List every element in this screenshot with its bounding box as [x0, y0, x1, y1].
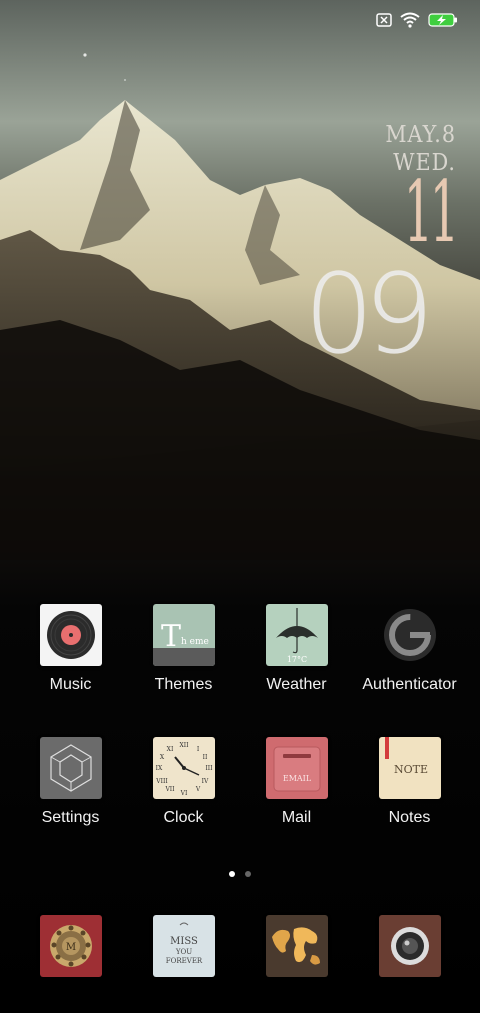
svg-text:II: II [202, 754, 207, 761]
svg-text:VI: VI [179, 790, 187, 797]
umbrella-icon: 17°C [265, 604, 328, 666]
svg-text:IX: IX [155, 765, 162, 772]
dock: M MISS YOU FOREVER [14, 915, 466, 977]
you-text: YOU [174, 948, 191, 956]
sim-off-icon [376, 13, 392, 32]
forever-text: FOREVER [165, 957, 202, 965]
status-bar [376, 12, 458, 33]
weather-temp-text: 17°C [286, 655, 306, 664]
app-themes[interactable]: Th eme Themes [127, 604, 240, 694]
date-text: MAY.8 [385, 122, 456, 148]
svg-text:XI: XI [166, 746, 173, 753]
svg-text:XII: XII [179, 742, 189, 749]
svg-text:X: X [159, 754, 164, 761]
svg-text:VII: VII [164, 786, 175, 793]
hexagon-cube-icon [39, 737, 102, 799]
theme-big-letter: T [161, 619, 181, 654]
theme-icon: Th eme [152, 604, 215, 666]
minute-text: 09 [304, 250, 435, 378]
app-label: Clock [163, 809, 204, 826]
dock-app-camera[interactable] [353, 915, 466, 977]
wifi-icon [400, 12, 420, 33]
camera-lens-icon [378, 915, 441, 977]
roman-clock-icon: XII VI IX III I II IV V VII VIII X XI [152, 737, 215, 799]
app-grid-row-2: Settings XII VI IX III I II IV V VII VIII X XI Cloc… [14, 737, 466, 827]
app-label: Mail [281, 809, 312, 826]
world-map-icon [265, 915, 328, 977]
page-indicator[interactable] [0, 871, 480, 877]
dock-app-miss-you[interactable]: MISS YOU FOREVER [127, 915, 240, 977]
app-weather[interactable]: 17°C Weather [240, 604, 353, 694]
app-notes[interactable]: NOTE Notes [353, 737, 466, 827]
app-clock[interactable]: XII VI IX III I II IV V VII VIII X XI Clock [127, 737, 240, 827]
notepad-icon: NOTE [378, 737, 441, 799]
app-label: Themes [154, 676, 213, 693]
app-authenticator[interactable]: Authenticator [353, 604, 466, 694]
app-label: Settings [41, 809, 100, 826]
authenticator-g-icon [379, 604, 441, 666]
page-dot-current[interactable] [229, 871, 235, 877]
app-label: Authenticator [362, 676, 457, 693]
notes-icon-text: NOTE [393, 763, 427, 776]
page-dot[interactable] [245, 871, 251, 877]
phone-letter: M [65, 942, 75, 953]
app-label: Music [49, 676, 92, 693]
app-settings[interactable]: Settings [14, 737, 127, 827]
app-grid-row-1: Music Th eme Themes 17°C Weather Authent… [14, 604, 466, 694]
theme-small-text: h eme [181, 637, 209, 647]
dock-app-map[interactable] [240, 915, 353, 977]
clock-widget[interactable]: MAY.8 WED. 11 09 [300, 118, 470, 378]
miss-text: MISS [170, 936, 198, 947]
vinyl-record-icon [39, 604, 102, 666]
app-music[interactable]: Music [14, 604, 127, 694]
dock-app-phone[interactable]: M [14, 915, 127, 977]
mail-icon-text: EMAIL [282, 774, 311, 783]
svg-text:VIII: VIII [155, 778, 168, 785]
svg-text:IV: IV [201, 778, 208, 785]
mailbox-icon: EMAIL [265, 737, 328, 799]
hour-text: 11 [403, 163, 459, 261]
rotary-phone-icon: M [39, 915, 102, 977]
battery-charging-icon [428, 13, 458, 32]
app-mail[interactable]: EMAIL Mail [240, 737, 353, 827]
app-label: Notes [388, 809, 431, 826]
app-label: Weather [266, 676, 327, 693]
svg-text:V: V [194, 786, 200, 793]
svg-text:III: III [205, 765, 213, 772]
miss-you-forever-icon: MISS YOU FOREVER [152, 915, 215, 977]
